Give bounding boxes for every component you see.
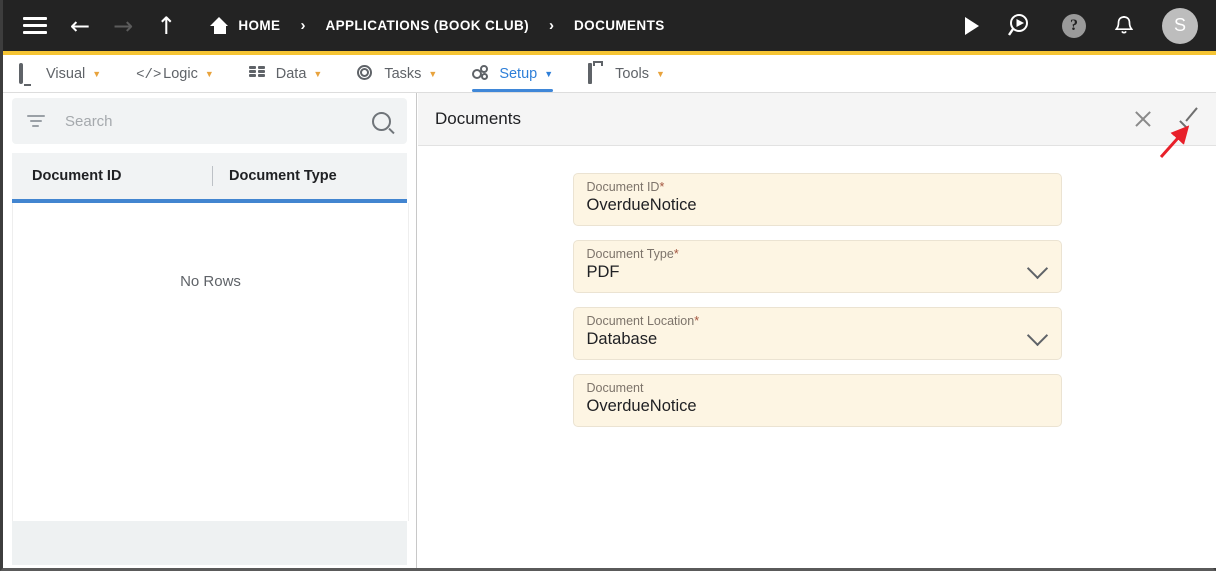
- field-label-document-type: Document Type*: [586, 247, 679, 261]
- database-icon: [248, 65, 268, 82]
- field-document[interactable]: Document OverdueNotice: [572, 374, 1062, 427]
- check-icon[interactable]: [1179, 107, 1202, 128]
- field-value-document-location: Database: [586, 330, 658, 348]
- detail-panel-actions: [1134, 93, 1202, 145]
- up-arrow-icon[interactable]: ↑: [156, 14, 176, 38]
- home-icon: [210, 17, 229, 34]
- application-window: ← → ↑ HOME › APPLICATIONS (BOOK CLUB) › …: [0, 0, 1216, 571]
- main-menu-bar: Visual ▼ </> Logic ▼ Data ▼ Tasks ▼ Setu…: [3, 55, 1216, 93]
- field-label-document-id: Document ID*: [586, 180, 665, 194]
- avatar-initial: S: [1173, 15, 1186, 35]
- top-bar-actions: ? S: [937, 0, 1198, 51]
- menu-item-tools[interactable]: Tools ▼: [588, 55, 665, 92]
- menu-label-visual: Visual: [46, 65, 86, 82]
- hamburger-icon[interactable]: [23, 17, 47, 34]
- required-marker: *: [694, 314, 700, 328]
- field-label-document: Document: [586, 381, 644, 395]
- search-bar: [12, 98, 407, 144]
- field-value-document-id: OverdueNotice: [586, 196, 697, 214]
- menu-item-setup[interactable]: Setup ▼: [472, 55, 554, 92]
- chevron-down-icon: ▼: [92, 68, 102, 79]
- filter-icon[interactable]: [26, 114, 45, 128]
- field-document-location[interactable]: Document Location* Database: [572, 307, 1062, 360]
- menu-label-tools: Tools: [615, 65, 649, 82]
- menu-label-setup: Setup: [499, 65, 538, 82]
- menu-item-logic[interactable]: </> Logic ▼: [136, 55, 214, 92]
- empty-state-message: No Rows: [180, 273, 241, 290]
- grid-header-row: Document ID Document Type: [12, 153, 407, 199]
- search-icon[interactable]: [372, 111, 391, 131]
- detail-panel-header: Documents: [418, 93, 1216, 146]
- chevron-down-icon: ▼: [313, 68, 323, 79]
- menu-label-tasks: Tasks: [384, 65, 422, 82]
- required-marker: *: [673, 247, 679, 261]
- breadcrumb-home[interactable]: HOME: [210, 17, 280, 34]
- detail-form-panel: Documents Document ID* OverdueNotice Doc…: [418, 93, 1216, 568]
- grid-body: No Rows: [12, 203, 409, 521]
- chevron-down-icon: ▼: [204, 68, 214, 79]
- monitor-icon: [19, 63, 38, 84]
- target-icon: [357, 65, 376, 82]
- breadcrumb-documents[interactable]: DOCUMENTS: [574, 18, 665, 33]
- top-navigation-bar: ← → ↑ HOME › APPLICATIONS (BOOK CLUB) › …: [3, 0, 1216, 51]
- required-marker: *: [659, 180, 665, 194]
- breadcrumb-separator-1: ›: [300, 17, 306, 34]
- chevron-down-icon[interactable]: [1026, 257, 1048, 280]
- document-form: Document ID* OverdueNotice Document Type…: [418, 146, 1216, 427]
- breadcrumb-home-label: HOME: [238, 18, 281, 33]
- avatar[interactable]: S: [1162, 7, 1198, 44]
- breadcrumb-separator-2: ›: [549, 17, 555, 34]
- column-divider: [212, 166, 213, 186]
- bell-icon[interactable]: [1114, 15, 1134, 37]
- records-list-panel: + Document ID Document Type No Rows: [3, 93, 417, 568]
- grid-footer: [12, 521, 407, 565]
- active-tab-underline: [472, 89, 554, 92]
- back-arrow-icon[interactable]: ←: [70, 14, 90, 38]
- toolbox-icon: [588, 63, 607, 84]
- search-input[interactable]: [63, 111, 372, 131]
- chevron-down-icon: ▼: [656, 68, 665, 79]
- play-icon[interactable]: [965, 16, 979, 35]
- page-title: Documents: [435, 109, 521, 128]
- column-header-document-type[interactable]: Document Type: [229, 168, 337, 184]
- chevron-down-icon[interactable]: [1026, 324, 1048, 347]
- menu-label-logic: Logic: [163, 65, 198, 82]
- help-circle-icon[interactable]: ?: [1062, 13, 1086, 38]
- menu-item-data[interactable]: Data ▼: [248, 55, 323, 92]
- menu-item-visual[interactable]: Visual ▼: [19, 55, 101, 92]
- chevron-down-icon: ▼: [544, 68, 554, 79]
- menu-item-tasks[interactable]: Tasks ▼: [357, 55, 437, 92]
- column-header-document-id[interactable]: Document ID: [32, 168, 212, 184]
- search-play-icon[interactable]: [1007, 12, 1034, 39]
- chevron-down-icon: ▼: [428, 68, 438, 79]
- help-glyph: ?: [1070, 16, 1078, 34]
- gears-icon: [472, 65, 491, 82]
- field-document-id[interactable]: Document ID* OverdueNotice: [572, 173, 1062, 226]
- field-document-type[interactable]: Document Type* PDF: [572, 240, 1062, 293]
- breadcrumb-applications[interactable]: APPLICATIONS (BOOK CLUB): [325, 18, 529, 33]
- menu-label-data: Data: [275, 65, 307, 82]
- forward-arrow-icon[interactable]: →: [113, 14, 133, 38]
- field-value-document: OverdueNotice: [586, 397, 697, 415]
- code-icon: </>: [136, 67, 162, 83]
- field-label-document-location: Document Location*: [586, 314, 700, 328]
- close-icon[interactable]: [1134, 110, 1152, 128]
- field-value-document-type: PDF: [586, 263, 620, 281]
